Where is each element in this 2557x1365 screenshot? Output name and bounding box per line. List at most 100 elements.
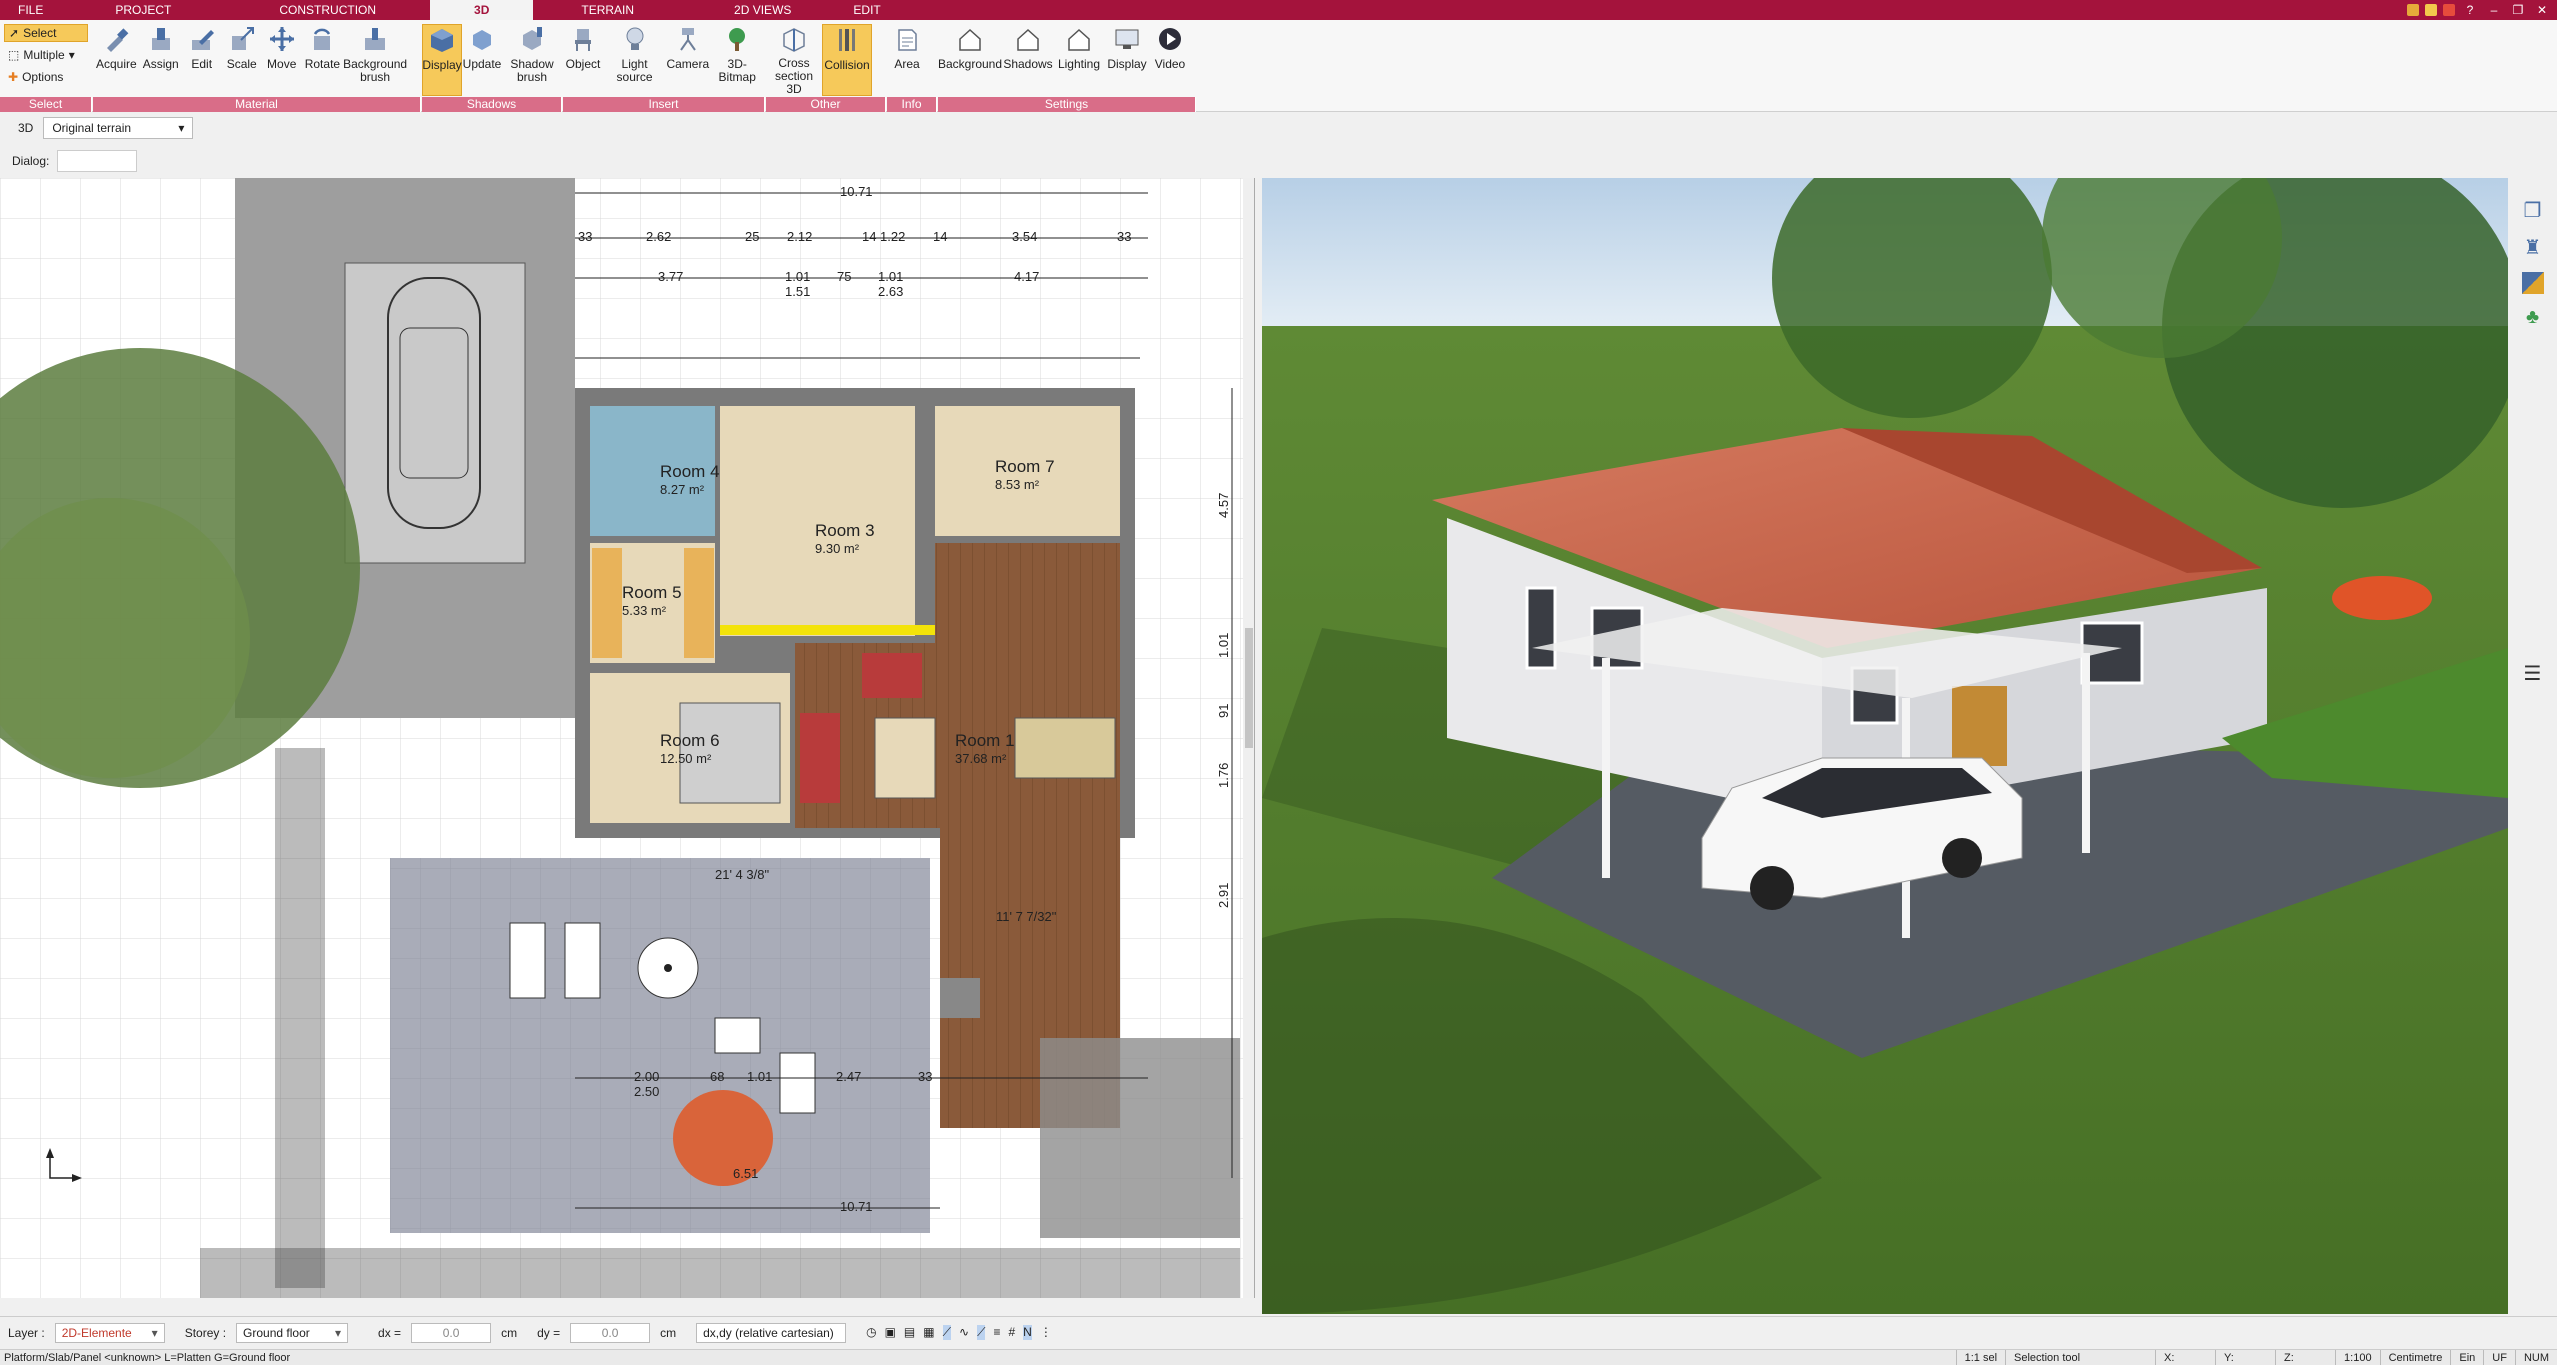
tab-project[interactable]: PROJECT: [61, 0, 225, 20]
multiple-select-dropdown[interactable]: ⬚ Multiple ▾: [4, 46, 88, 64]
plan-scrollbar[interactable]: [1245, 628, 1253, 748]
snap-icon-4[interactable]: ⟋: [942, 1325, 951, 1340]
group-material: Acquire Assign Edit Scale Move Rotate Ba…: [93, 20, 421, 112]
floor-plan-canvas: 10.71 33 2.62 25 2.12 14 1.22 14 3.54 33…: [0, 178, 1254, 1298]
room-4-area: 8.27 m²: [660, 482, 705, 497]
tab-terrain[interactable]: TERRAIN: [533, 0, 682, 20]
lighting-button[interactable]: Lighting: [1054, 24, 1104, 96]
tab-edit[interactable]: EDIT: [843, 0, 890, 20]
group-label-material: Material: [93, 97, 421, 112]
minimize-icon[interactable]: –: [2485, 2, 2503, 18]
dialog-input[interactable]: [57, 150, 138, 172]
eyedropper-icon: [101, 24, 131, 54]
n-icon[interactable]: N: [1023, 1325, 1032, 1340]
dx-input[interactable]: 0.0: [411, 1322, 492, 1343]
room-7-area: 8.53 m²: [995, 477, 1040, 492]
assign-button[interactable]: Assign: [140, 24, 182, 96]
move-button[interactable]: Move: [262, 24, 302, 96]
coord-mode-select[interactable]: dx,dy (relative cartesian): [696, 1322, 847, 1343]
display-settings-button[interactable]: Display: [1104, 24, 1150, 96]
layers-icon[interactable]: ❐: [2524, 198, 2542, 223]
menu-icon[interactable]: ☰: [2524, 661, 2542, 686]
quick-icon-1[interactable]: [2407, 4, 2419, 16]
dim-top-9: 33: [1117, 229, 1131, 244]
light-source-button[interactable]: Light source: [603, 24, 666, 96]
restore-icon[interactable]: ❐: [2509, 2, 2527, 18]
room-6-area: 12.50 m²: [660, 751, 712, 766]
terrace[interactable]: [390, 858, 930, 1233]
dy-input[interactable]: 0.0: [570, 1322, 651, 1343]
tab-file[interactable]: FILE: [0, 0, 61, 20]
3d-view[interactable]: [1262, 178, 2508, 1314]
shadows-settings-button[interactable]: Shadows: [1002, 24, 1054, 96]
update-shadows-button[interactable]: Update: [462, 24, 502, 96]
plus-icon: ✚: [8, 70, 19, 84]
snap-icon-3[interactable]: ▦: [923, 1325, 934, 1340]
group-other: Cross section 3D Collision Other: [766, 20, 886, 112]
camera-button[interactable]: Camera: [666, 24, 709, 96]
background-button[interactable]: Background: [938, 24, 1002, 96]
window-controls: ? – ❐ ✕: [2407, 0, 2551, 20]
snap-icon-5[interactable]: ∿: [959, 1325, 969, 1340]
select-button[interactable]: ➚ Select: [4, 24, 88, 42]
snap-icon-7[interactable]: ≡: [993, 1325, 1000, 1340]
status-tool: Selection tool: [2005, 1350, 2155, 1365]
cross-section-3d-button[interactable]: Cross section 3D: [766, 24, 822, 96]
dim-top-total: 10.71: [840, 184, 873, 199]
chevron-down-icon: ▾: [151, 1325, 158, 1340]
object-button[interactable]: Object: [563, 24, 603, 96]
chair-icon[interactable]: ♜: [2524, 235, 2542, 260]
grid-icon[interactable]: #: [1008, 1325, 1015, 1340]
dx-unit: cm: [501, 1325, 518, 1340]
dim-right-4: 1.76: [1216, 763, 1231, 788]
background-brush-button[interactable]: Background brush: [343, 24, 407, 96]
bottom-toolbar: Layer : 2D-Elemente ▾ Storey : Ground fl…: [0, 1316, 2557, 1348]
collision-icon: [832, 25, 862, 55]
ribbon: ➚ Select ⬚ Multiple ▾ ✚ Options Select A…: [0, 20, 2557, 112]
dim-bottom-9: 11' 7 7/32": [996, 909, 1057, 924]
area-button[interactable]: Area: [887, 24, 927, 96]
camera-icon: [673, 24, 703, 54]
scale-button[interactable]: Scale: [222, 24, 262, 96]
display-shadows-button[interactable]: Display: [422, 24, 462, 96]
rotate-button[interactable]: Rotate: [302, 24, 343, 96]
layer-select[interactable]: 2D-Elemente ▾: [54, 1322, 165, 1343]
tab-2d-views[interactable]: 2D VIEWS: [682, 0, 843, 20]
snap-icon-6[interactable]: ⟋: [977, 1325, 986, 1340]
help-icon[interactable]: ?: [2461, 2, 2479, 18]
clock-icon[interactable]: ◷: [866, 1325, 876, 1340]
materials-icon[interactable]: [2521, 272, 2544, 294]
acquire-button[interactable]: Acquire: [93, 24, 140, 96]
more-icon[interactable]: ⋮: [1040, 1325, 1052, 1340]
dim-bottom-3: 68: [710, 1069, 724, 1084]
app-window: FILE PROJECT CONSTRUCTION 3D TERRAIN 2D …: [0, 0, 2557, 1365]
monitor-icon: [1112, 24, 1142, 54]
terrain-select[interactable]: Original terrain ▾: [43, 117, 194, 139]
close-icon[interactable]: ✕: [2533, 2, 2551, 18]
shadow-brush-button[interactable]: Shadow brush: [502, 24, 562, 96]
dim-bottom-4: 1.01: [747, 1069, 772, 1084]
collision-button[interactable]: Collision: [822, 24, 872, 96]
move-icon: [267, 24, 297, 54]
plant-icon[interactable]: ♣: [2526, 306, 2539, 329]
house-icon: [955, 24, 985, 54]
storey-select[interactable]: Ground floor ▾: [236, 1322, 349, 1343]
view-toolbar: 3D Original terrain ▾: [0, 113, 2557, 143]
options-button[interactable]: ✚ Options: [4, 68, 88, 86]
dim-bottom-8: 21' 4 3/8": [715, 867, 769, 882]
quick-icon-3[interactable]: [2443, 4, 2455, 16]
video-button[interactable]: Video: [1150, 24, 1190, 96]
snap-icon-1[interactable]: ▣: [885, 1325, 896, 1340]
scale-icon: [227, 24, 257, 54]
snap-icon-2[interactable]: ▤: [904, 1325, 915, 1340]
status-num: NUM: [2514, 1350, 2557, 1365]
tab-3d[interactable]: 3D: [430, 0, 534, 20]
edit-material-button[interactable]: Edit: [182, 24, 222, 96]
dim-top-13: 1.01: [878, 269, 903, 284]
tab-construction[interactable]: CONSTRUCTION: [225, 0, 430, 20]
quick-icon-2[interactable]: [2425, 4, 2437, 16]
ribbon-tab-bar: FILE PROJECT CONSTRUCTION 3D TERRAIN 2D …: [0, 0, 2557, 20]
floor-plan-view[interactable]: 10.71 33 2.62 25 2.12 14 1.22 14 3.54 33…: [0, 178, 1255, 1298]
side-toolbar: ❐ ♜ ♣ ☰: [2508, 178, 2557, 1314]
3d-bitmap-button[interactable]: 3D-Bitmap: [709, 24, 765, 96]
